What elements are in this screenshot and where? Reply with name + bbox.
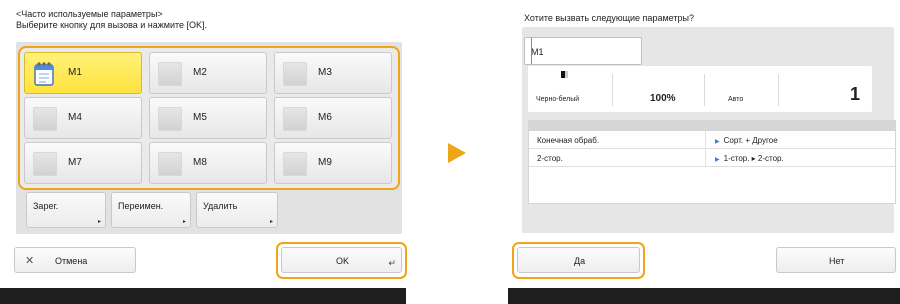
copies-cell: 1 — [780, 66, 872, 112]
memory-button-m1[interactable]: M1 — [24, 52, 142, 94]
confirmation-title: Хотите вызвать следующие параметры? — [524, 13, 694, 23]
no-label: Нет — [829, 256, 845, 266]
memory-label: M2 — [193, 67, 207, 78]
empty-memory-icon — [158, 62, 182, 86]
memory-button-m7[interactable]: M7 — [24, 142, 142, 184]
yes-button[interactable]: Да — [517, 247, 640, 273]
play-arrow-icon — [448, 143, 466, 163]
rename-label: Переимен. — [118, 201, 164, 211]
memory-button-m3[interactable]: M3 — [274, 52, 392, 94]
empty-memory-icon — [158, 152, 182, 176]
settings-list-header — [529, 121, 895, 131]
instruction-line-1: <Часто используемые параметры> — [16, 9, 163, 19]
divider — [612, 74, 613, 106]
register-label: Зарег. — [33, 201, 59, 211]
corner-arrow-icon: ▸ — [97, 219, 101, 225]
yes-label: Да — [574, 256, 586, 266]
ok-button[interactable]: OK ↵ — [281, 247, 402, 273]
setting-name: Конечная обраб. — [537, 136, 600, 145]
memory-button-m9[interactable]: M9 — [274, 142, 392, 184]
instruction-text: <Часто используемые параметры> Выберите … — [16, 9, 207, 31]
memory-label: M9 — [318, 157, 332, 168]
divider — [704, 74, 705, 106]
column-divider — [705, 149, 706, 166]
instruction-line-2: Выберите кнопку для вызова и нажмите [OK… — [16, 20, 208, 30]
memory-button-m2[interactable]: M2 — [149, 52, 267, 94]
divider — [778, 74, 779, 106]
triangle-bullet-icon: ▶ — [715, 157, 720, 163]
register-button[interactable]: Зарег. ▸ — [26, 192, 106, 228]
settings-row: 2-стор. ▶ 1-стор. ▸ 2-стор. — [529, 149, 895, 167]
memory-label: M8 — [193, 157, 207, 168]
memory-tab: M1 — [524, 37, 642, 65]
empty-memory-icon — [283, 107, 307, 131]
setting-name: 2-стор. — [537, 154, 563, 163]
setting-value-wrap: ▶ 1-стор. ▸ 2-стор. — [715, 154, 784, 163]
settings-row: Конечная обраб. ▶ Сорт. + Другое — [529, 131, 895, 149]
corner-arrow-icon: ▸ — [269, 219, 273, 225]
empty-memory-icon — [33, 107, 57, 131]
delete-button[interactable]: Удалить ▸ — [196, 192, 278, 228]
notepad-icon — [34, 62, 54, 86]
delete-label: Удалить — [203, 201, 238, 211]
corner-arrow-icon: ▸ — [182, 219, 186, 225]
enter-arrow-icon: ↵ — [388, 258, 396, 268]
close-icon: ✕ — [25, 255, 35, 267]
ok-label: OK — [336, 256, 350, 266]
copy-summary: Черно-белый 100% Авто 1 — [528, 66, 872, 112]
memory-button-m4[interactable]: M4 — [24, 97, 142, 139]
empty-memory-icon — [283, 152, 307, 176]
bw-square-icon — [561, 71, 568, 78]
column-divider — [705, 131, 706, 148]
status-bar — [0, 288, 406, 304]
memory-label: M3 — [318, 67, 332, 78]
memory-button-m5[interactable]: M5 — [149, 97, 267, 139]
memory-label: M4 — [68, 112, 82, 123]
status-bar — [508, 288, 900, 304]
empty-memory-icon — [283, 62, 307, 86]
cancel-button[interactable]: ✕ Отмена — [14, 247, 136, 273]
memory-label: M6 — [318, 112, 332, 123]
paper-label: Авто — [728, 96, 744, 103]
memory-label: M7 — [68, 157, 82, 168]
settings-list: Конечная обраб. ▶ Сорт. + Другое 2-стор. … — [528, 120, 896, 204]
triangle-bullet-icon: ▶ — [715, 139, 720, 145]
tab-divider — [531, 38, 532, 64]
setting-value-wrap: ▶ Сорт. + Другое — [715, 136, 778, 145]
memory-tab-label: M1 — [531, 47, 544, 57]
cancel-label: Отмена — [55, 256, 88, 266]
paper-cell: Авто — [706, 66, 776, 112]
memory-button-m6[interactable]: M6 — [274, 97, 392, 139]
rename-button[interactable]: Переимен. ▸ — [111, 192, 191, 228]
zoom-value: 100% — [650, 93, 676, 104]
no-button[interactable]: Нет — [776, 247, 896, 273]
zoom-cell: 100% — [614, 66, 704, 112]
empty-memory-icon — [158, 107, 182, 131]
setting-value: 1-стор. ▸ 2-стор. — [723, 154, 784, 163]
memory-selection-panel: <Часто используемые параметры> Выберите … — [0, 0, 410, 304]
copies-value: 1 — [850, 84, 861, 104]
recall-confirmation-panel: Хотите вызвать следующие параметры? M1 Ч… — [508, 0, 900, 304]
memory-label: M5 — [193, 112, 207, 123]
empty-memory-icon — [33, 152, 57, 176]
setting-value: Сорт. + Другое — [723, 136, 778, 145]
memory-button-m8[interactable]: M8 — [149, 142, 267, 184]
color-mode-cell: Черно-белый — [528, 66, 608, 112]
memory-label: M1 — [68, 67, 82, 78]
color-mode-label: Черно-белый — [536, 96, 580, 103]
